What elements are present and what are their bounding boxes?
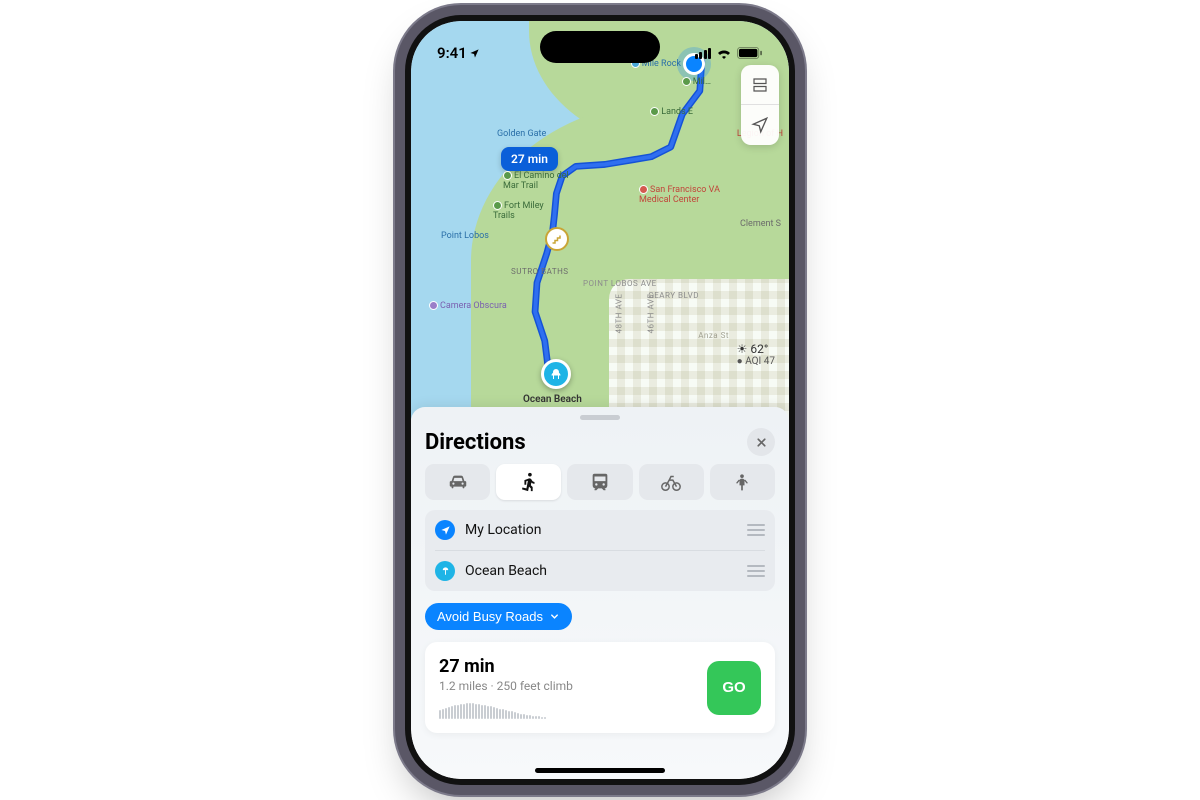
- location-services-icon: [469, 48, 480, 59]
- street-geary: GEARY BLVD: [648, 291, 699, 300]
- map-canvas[interactable]: 27 min Mile Rock Mil… Lands E Legion of …: [411, 21, 789, 419]
- reorder-handle-icon[interactable]: [747, 524, 765, 536]
- battery-icon: [737, 47, 763, 59]
- location-arrow-icon: [435, 520, 455, 540]
- go-button[interactable]: GO: [707, 661, 761, 715]
- route-duration: 27 min: [439, 656, 693, 677]
- route-polyline: [411, 21, 789, 407]
- status-time: 9:41: [437, 44, 480, 62]
- poi-el-camino: El Camino del Mar Trail: [503, 171, 573, 192]
- poi-camera-obscura: Camera Obscura: [429, 301, 507, 311]
- waypoint-to[interactable]: Ocean Beach: [435, 550, 765, 591]
- close-button[interactable]: [747, 428, 775, 456]
- stairs-icon: [545, 227, 569, 251]
- mode-cycle[interactable]: [639, 464, 704, 500]
- waypoint-from[interactable]: My Location: [435, 510, 765, 550]
- poi-lands-end: Lands E: [650, 107, 693, 117]
- street-point-lobos-ave: POINT LOBOS AVE: [583, 279, 657, 288]
- poi-ocean-beach: Ocean Beach: [523, 394, 582, 405]
- to-label: Ocean Beach: [465, 563, 737, 579]
- weather-widget[interactable]: ☀︎ 62° ● AQI 47: [737, 342, 775, 367]
- from-label: My Location: [465, 522, 737, 538]
- iphone-frame: 9:41: [405, 15, 795, 785]
- directions-sheet: Directions: [411, 407, 789, 779]
- poi-sutro-baths: SUTRO BATHS: [511, 267, 569, 276]
- transport-modes: [425, 464, 775, 500]
- home-indicator[interactable]: [535, 768, 665, 773]
- sheet-grabber[interactable]: [580, 415, 620, 420]
- route-filter-chip[interactable]: Avoid Busy Roads: [425, 603, 572, 630]
- map-controls: [741, 65, 779, 145]
- wifi-icon: [716, 47, 732, 59]
- cellular-icon: [695, 48, 712, 59]
- sheet-title: Directions: [425, 430, 526, 455]
- route-summary-card[interactable]: 27 min 1.2 miles · 250 feet climb GO: [425, 642, 775, 733]
- mode-walk[interactable]: [496, 464, 561, 500]
- mode-rideshare[interactable]: [710, 464, 775, 500]
- destination-pin[interactable]: [541, 359, 571, 389]
- elevation-sparkline: [439, 701, 693, 719]
- route-detail: 1.2 miles · 250 feet climb: [439, 679, 693, 693]
- mode-transit[interactable]: [567, 464, 632, 500]
- dynamic-island: [540, 31, 660, 63]
- map-locate-button[interactable]: [741, 105, 779, 145]
- street-anza: Anza St: [698, 331, 729, 340]
- route-time-badge: 27 min: [501, 147, 558, 171]
- beach-icon: [435, 561, 455, 581]
- poi-fort-miley: Fort Miley Trails: [493, 201, 553, 222]
- poi-clement: Clement S: [740, 219, 781, 229]
- waypoint-list: My Location Ocean Beach: [425, 510, 775, 591]
- reorder-handle-icon[interactable]: [747, 565, 765, 577]
- chevron-down-icon: [549, 611, 560, 622]
- poi-mil: Mil…: [682, 77, 711, 87]
- poi-golden-gate: Golden Gate: [497, 129, 546, 139]
- poi-point-lobos: Point Lobos: [441, 231, 489, 241]
- poi-sf-va: San Francisco VA Medical Center: [639, 185, 729, 206]
- street-46th: 46TH AVE: [647, 294, 656, 334]
- mode-drive[interactable]: [425, 464, 490, 500]
- street-48th: 48TH AVE: [615, 294, 624, 334]
